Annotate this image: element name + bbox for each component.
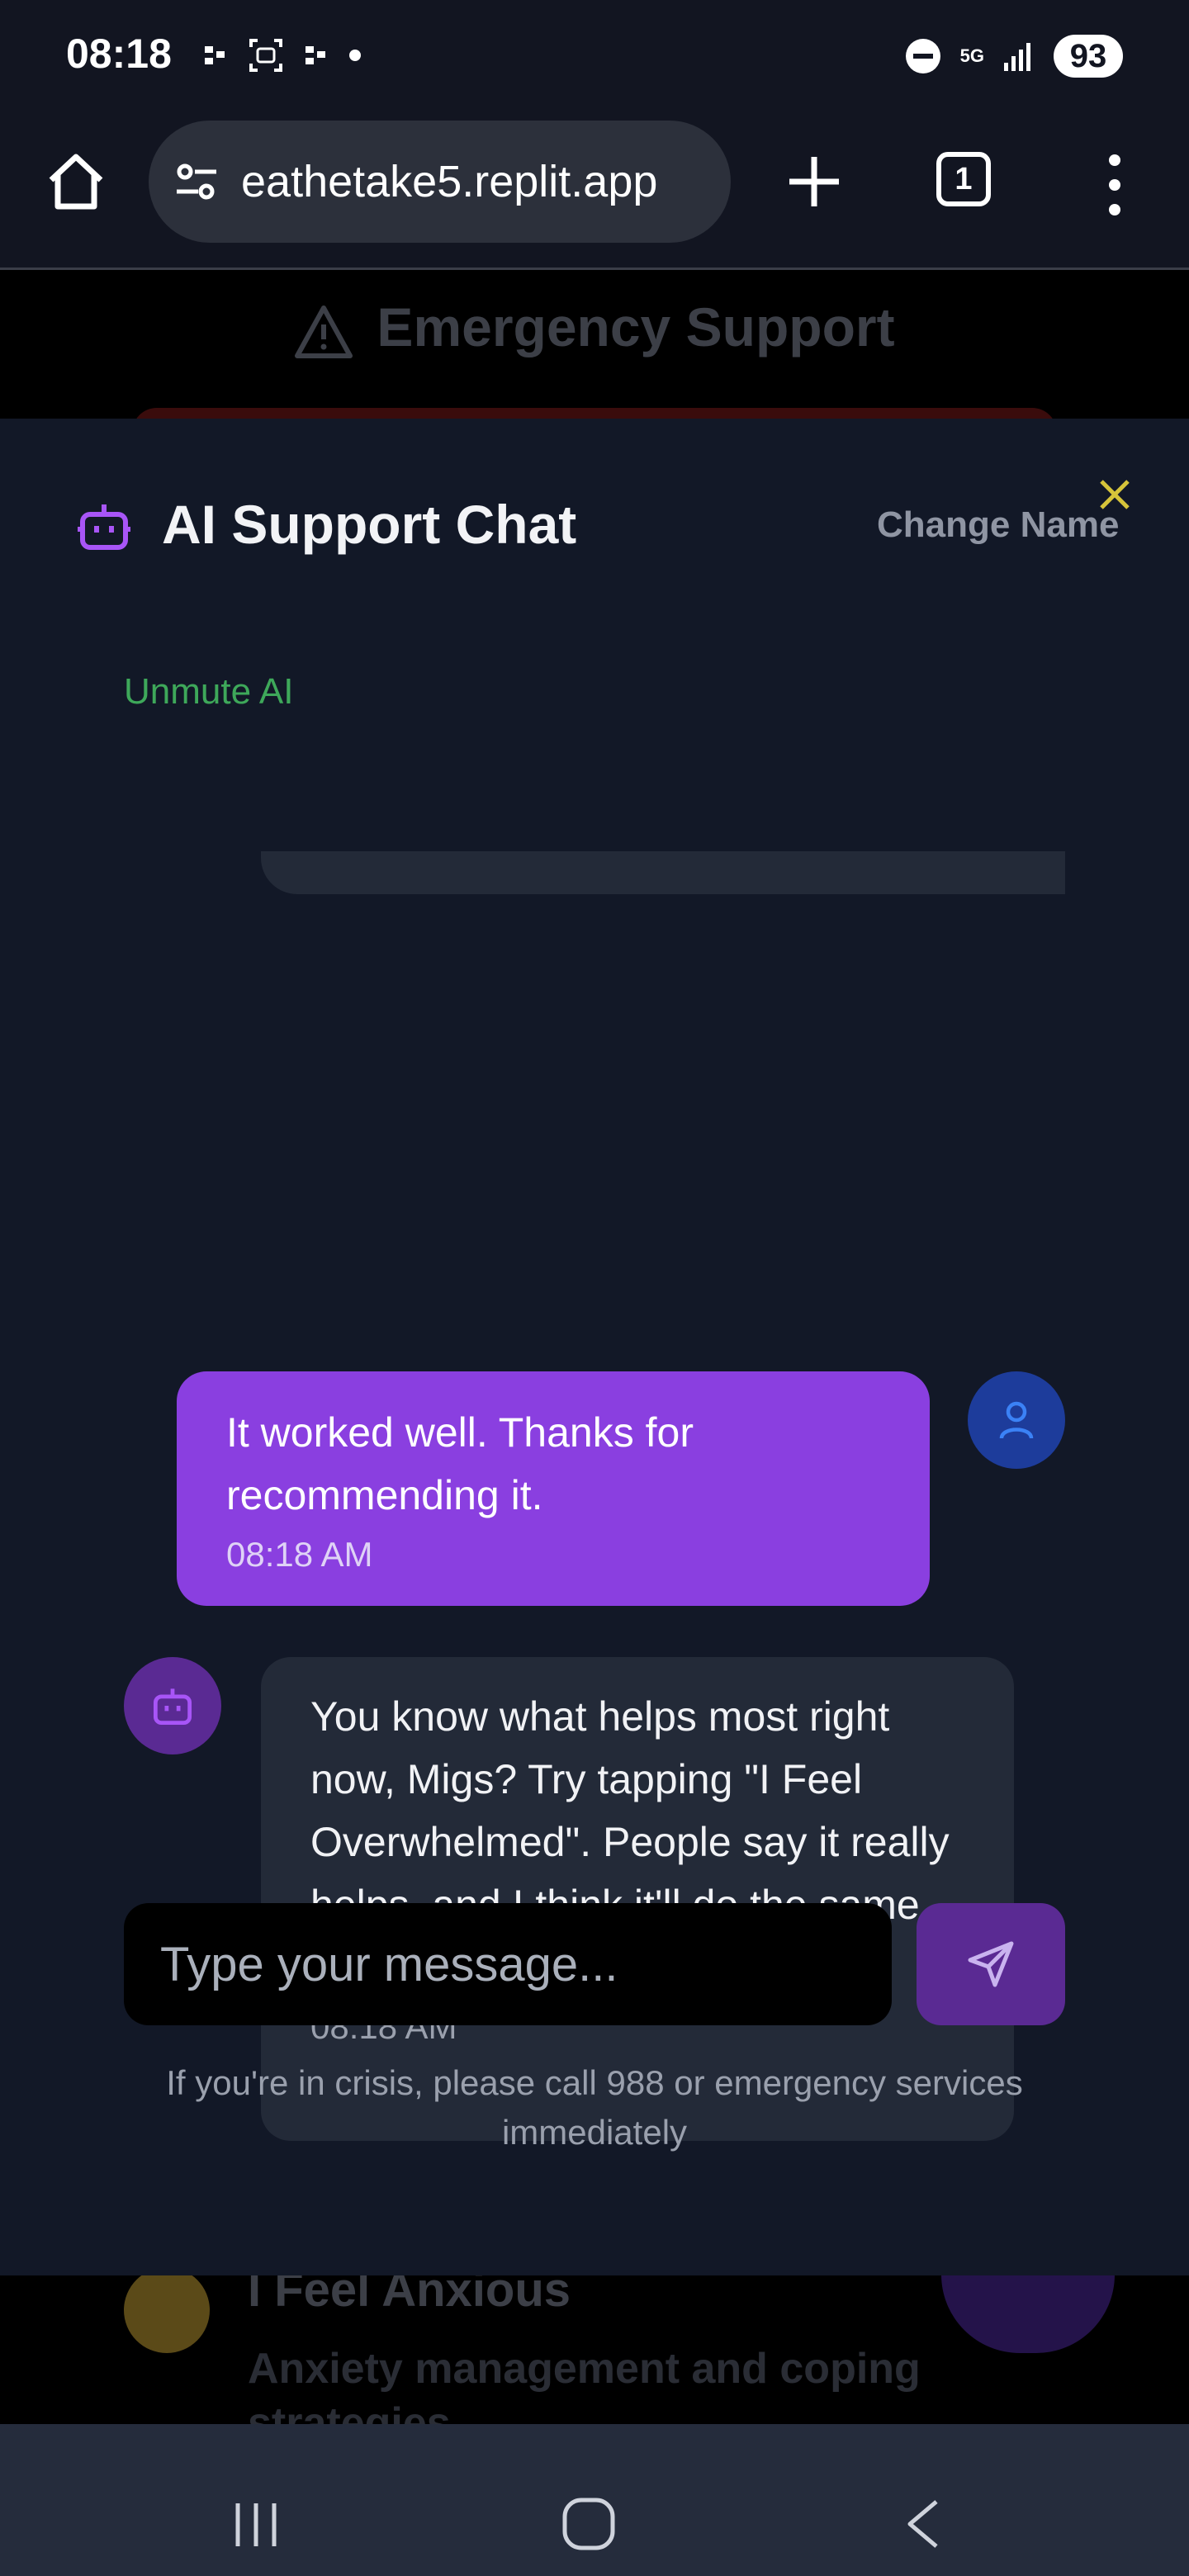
status-bar: 08:18 5G 93 xyxy=(0,0,1189,112)
app-notification-icon xyxy=(205,46,225,64)
crisis-notice: If you're in crisis, please call 988 or … xyxy=(166,2063,1023,2152)
home-button-icon[interactable] xyxy=(561,2497,616,2551)
ai-support-chat-modal: AI Support Chat Change Name Unmute AI It… xyxy=(0,419,1189,2275)
more-menu-icon[interactable] xyxy=(1100,152,1130,218)
system-nav-bar xyxy=(0,2424,1189,2576)
previous-message-bubble xyxy=(261,851,1065,894)
recent-apps-icon[interactable] xyxy=(231,2500,281,2550)
do-not-disturb-icon xyxy=(905,39,940,73)
close-icon[interactable] xyxy=(1098,478,1131,511)
back-icon[interactable] xyxy=(900,2497,946,2551)
notification-icons xyxy=(203,36,362,74)
dot-icon xyxy=(349,50,361,61)
chat-title: AI Support Chat xyxy=(162,494,577,555)
user-icon xyxy=(999,1401,1034,1439)
bot-avatar xyxy=(124,1657,221,1754)
message-time: 08:18 AM xyxy=(226,1535,373,1574)
status-right: 5G 93 xyxy=(904,31,1123,81)
warning-icon xyxy=(295,305,353,358)
browser-toolbar: eathetake5.replit.app 1 xyxy=(0,112,1189,270)
tab-switcher-button[interactable]: 1 xyxy=(936,152,991,206)
change-name-button[interactable]: Change Name xyxy=(877,504,1119,546)
home-icon[interactable] xyxy=(43,149,109,215)
message-text: It worked well. Thanks for recommending … xyxy=(226,1409,694,1518)
unmute-ai-button[interactable]: Unmute AI xyxy=(124,671,293,713)
send-icon xyxy=(968,1941,1014,1987)
send-button[interactable] xyxy=(917,1903,1065,2025)
bot-icon xyxy=(153,1688,192,1726)
address-bar[interactable]: eathetake5.replit.app xyxy=(149,121,731,243)
status-time: 08:18 xyxy=(66,31,172,77)
emergency-title: Emergency Support xyxy=(377,296,895,358)
new-tab-icon[interactable] xyxy=(783,150,846,213)
signal-icon xyxy=(1004,43,1030,71)
site-settings-icon[interactable] xyxy=(172,157,221,206)
screenshot-icon xyxy=(249,39,282,72)
message-input[interactable] xyxy=(124,1903,892,2025)
url-text: eathetake5.replit.app xyxy=(241,157,658,206)
network-type: 5G xyxy=(959,45,984,66)
app-notification-icon xyxy=(306,46,325,64)
user-avatar xyxy=(968,1371,1065,1469)
emergency-support-heading: Emergency Support xyxy=(0,296,1189,359)
bot-icon xyxy=(78,504,130,550)
user-message-bubble: It worked well. Thanks for recommending … xyxy=(177,1371,930,1606)
battery-indicator: 93 xyxy=(1054,35,1123,78)
anxious-emoji-icon xyxy=(124,2267,210,2353)
